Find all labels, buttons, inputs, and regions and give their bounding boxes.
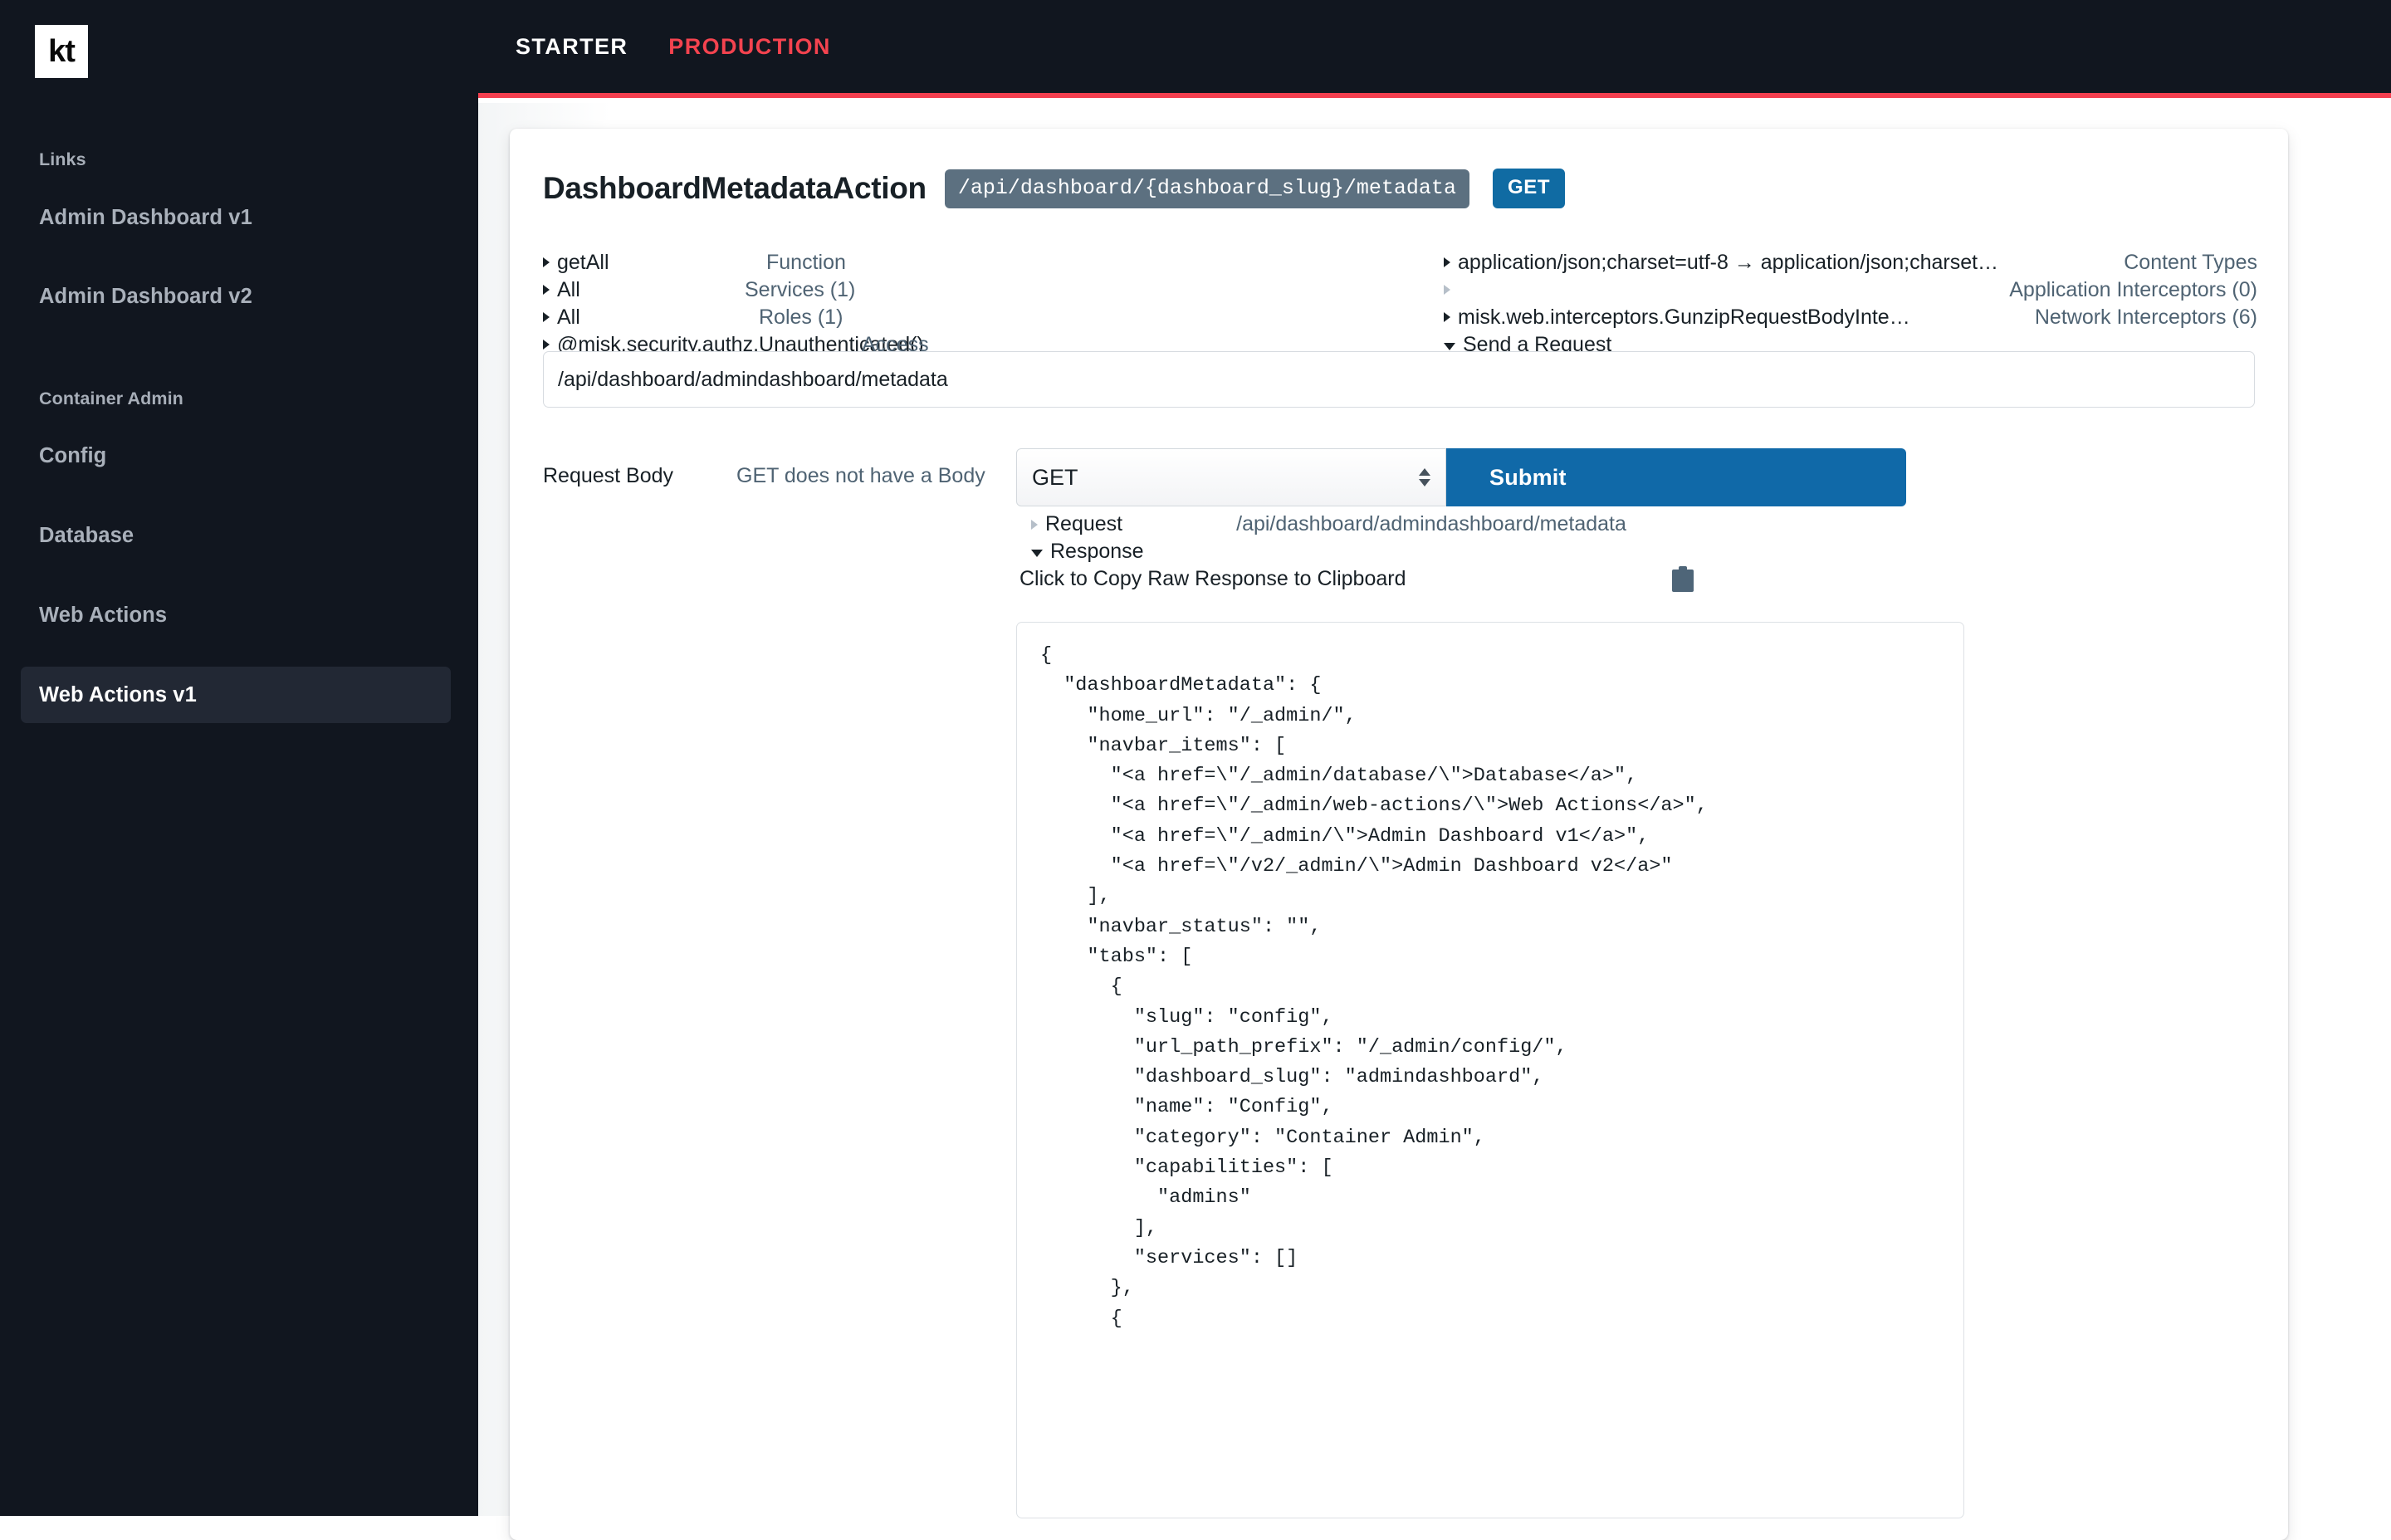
action-header: DashboardMetadataAction /api/dashboard/{… xyxy=(543,169,1566,208)
chevron-right-icon[interactable] xyxy=(543,257,550,267)
sidebar-group-label-links: Links xyxy=(39,149,86,169)
brand-label[interactable]: STARTER xyxy=(516,34,628,60)
environment-label[interactable]: PRODUCTION xyxy=(668,34,831,60)
copy-raw-response-button[interactable]: Click to Copy Raw Response to Clipboard xyxy=(1019,566,1700,592)
chevron-down-icon[interactable] xyxy=(1444,342,1455,350)
sidebar-item-label: Web Actions v1 xyxy=(39,682,197,706)
chevron-right-icon[interactable] xyxy=(1444,312,1450,322)
sidebar-group-label-container-admin: Container Admin xyxy=(39,389,183,408)
action-path-tag: /api/dashboard/{dashboard_slug}/metadata xyxy=(944,169,1469,208)
sidebar-item-database[interactable]: Database xyxy=(21,507,451,564)
sidebar: kt Links Admin Dashboard v1 Admin Dashbo… xyxy=(0,0,478,1516)
submit-button[interactable]: Submit xyxy=(1446,448,1906,506)
request-url-value[interactable]: /api/dashboard/admindashboard/metadata xyxy=(1236,512,1626,536)
sidebar-item-web-actions[interactable]: Web Actions xyxy=(21,587,451,643)
response-disclosure-row[interactable]: Response xyxy=(1031,540,1144,564)
sidebar-item-admin-dashboard-v1[interactable]: Admin Dashboard v1 xyxy=(21,189,451,246)
chevron-right-icon[interactable] xyxy=(1031,519,1038,530)
chevron-right-icon[interactable] xyxy=(1444,285,1450,295)
page-title: DashboardMetadataAction xyxy=(543,171,927,205)
sidebar-item-label: Web Actions xyxy=(39,603,168,627)
clipboard-icon[interactable] xyxy=(1672,566,1694,592)
sidebar-item-web-actions-v1[interactable]: Web Actions v1 xyxy=(21,667,451,723)
request-label: Request xyxy=(1045,512,1123,535)
chevron-right-icon[interactable] xyxy=(1444,257,1450,267)
copy-raw-response-label: Click to Copy Raw Response to Clipboard xyxy=(1019,567,1406,590)
web-action-card: DashboardMetadataAction /api/dashboard/{… xyxy=(510,129,2288,1540)
request-body-note: GET does not have a Body xyxy=(736,464,985,487)
sidebar-item-label: Admin Dashboard v2 xyxy=(39,284,252,308)
top-navigation-bar: STARTER PRODUCTION xyxy=(478,0,2391,98)
sidebar-item-config[interactable]: Config xyxy=(21,428,451,484)
response-body-container: { "dashboardMetadata": { "home_url": "/_… xyxy=(1016,622,1964,1518)
sidebar-item-label: Database xyxy=(39,523,134,547)
sidebar-item-label: Admin Dashboard v1 xyxy=(39,205,252,229)
chevron-down-icon[interactable] xyxy=(1031,550,1043,557)
http-method-select-value: GET xyxy=(1032,464,1078,490)
chevron-right-icon[interactable] xyxy=(543,340,550,350)
chevron-updown-icon xyxy=(1419,468,1430,486)
http-method-badge[interactable]: GET xyxy=(1492,169,1566,208)
response-label: Response xyxy=(1050,540,1144,563)
request-disclosure-row[interactable]: Request /api/dashboard/admindashboard/me… xyxy=(1031,512,1626,536)
sidebar-item-label: Config xyxy=(39,443,107,467)
response-body-json: { "dashboardMetadata": { "home_url": "/_… xyxy=(1040,644,1708,1330)
chevron-right-icon[interactable] xyxy=(543,312,550,322)
sidebar-item-admin-dashboard-v2[interactable]: Admin Dashboard v2 xyxy=(21,268,451,325)
app-logo[interactable]: kt xyxy=(35,25,88,78)
request-url-input[interactable]: /api/dashboard/admindashboard/metadata xyxy=(543,351,2255,408)
http-method-select[interactable]: GET xyxy=(1016,448,1446,506)
chevron-right-icon[interactable] xyxy=(543,285,550,295)
request-body-label: Request Body xyxy=(543,464,674,487)
